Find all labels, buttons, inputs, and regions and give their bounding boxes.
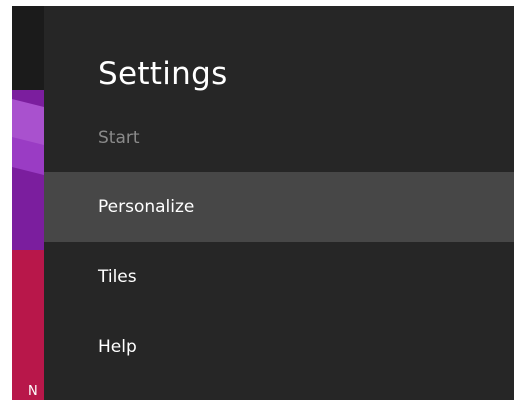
red-tile[interactable]: N [12,250,44,400]
start-screen-background: N [12,6,44,400]
menu-item-help[interactable]: Help [44,312,514,382]
settings-title: Settings [98,56,228,92]
screenshot-frame: N Settings Start Personalize Tiles Help [0,0,514,400]
menu-item-label: Tiles [98,267,137,287]
menu-item-label: Personalize [98,197,195,217]
menu-item-personalize[interactable]: Personalize [44,172,514,242]
settings-flyout: Settings Start Personalize Tiles Help [44,6,514,400]
menu-item-label: Help [98,337,137,357]
tile-letter: N [28,384,38,399]
purple-tile[interactable] [12,90,44,250]
dark-tile [12,6,44,90]
settings-context-label: Start [98,128,140,148]
menu-item-tiles[interactable]: Tiles [44,242,514,312]
